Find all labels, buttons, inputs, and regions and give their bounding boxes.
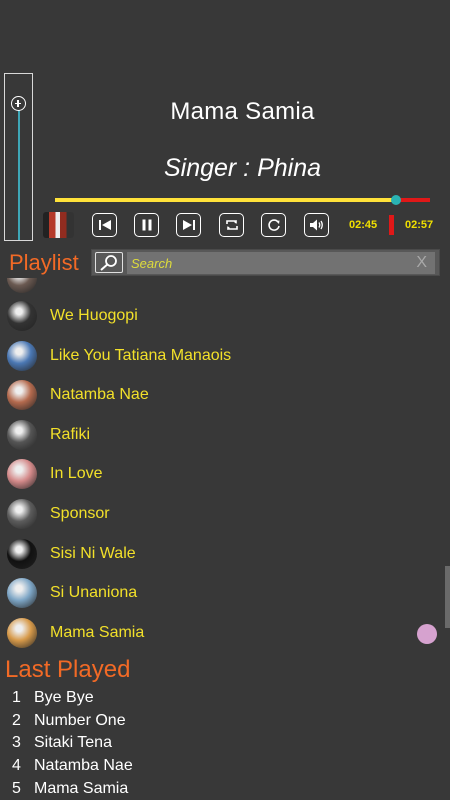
volume-icon — [309, 219, 323, 231]
repeat-button[interactable] — [219, 213, 244, 237]
playlist-item[interactable]: Si Unaniona — [0, 574, 450, 613]
last-played-item[interactable]: 2 Number One — [12, 712, 126, 730]
last-played-item[interactable]: 4 Natamba Nae — [12, 757, 133, 775]
item-number: 5 — [12, 779, 21, 797]
song-name: Like You Tatiana Manaois — [50, 346, 232, 364]
search-input[interactable] — [127, 252, 435, 274]
song-thumbnail — [7, 380, 37, 411]
last-played-item[interactable]: 5 Mama Samia — [12, 780, 128, 798]
playlist-item[interactable]: Rafiki — [0, 416, 450, 455]
playlist-scrollbar[interactable] — [445, 566, 450, 628]
item-number: 2 — [12, 711, 21, 729]
playlist-item[interactable]: Mama Samia — [0, 614, 450, 653]
singer-label: Singer : Phina — [163, 154, 322, 182]
seek-bar[interactable] — [55, 195, 430, 205]
song-thumbnail — [7, 538, 37, 569]
volume-button[interactable] — [304, 213, 329, 237]
clear-search-button[interactable]: X — [416, 254, 427, 272]
search-icon — [100, 255, 117, 271]
next-button[interactable] — [176, 213, 201, 237]
total-time: 02:57 — [405, 219, 434, 231]
volume-handle-plus-icon[interactable] — [11, 96, 26, 111]
playlist-item[interactable]: In Love — [0, 455, 450, 494]
playlist-heading: Playlist — [9, 250, 79, 275]
item-label: Bye Bye — [34, 689, 94, 706]
playlist-item[interactable]: Sio Kitoto — [0, 278, 450, 298]
song-thumbnail — [7, 301, 37, 331]
song-thumbnail — [7, 578, 37, 609]
repeat-one-icon — [267, 219, 280, 231]
search-bar: X — [91, 249, 440, 276]
seek-handle[interactable] — [391, 195, 402, 205]
song-name: Natamba Nae — [50, 386, 149, 404]
item-number: 3 — [12, 734, 21, 752]
previous-icon — [98, 220, 111, 230]
volume-track — [18, 104, 20, 240]
repeat-one-button[interactable] — [261, 213, 286, 237]
song-thumbnail — [7, 617, 37, 648]
item-label: Sitaki Tena — [34, 734, 112, 752]
song-name: We Huogopi — [50, 307, 138, 324]
search-button[interactable] — [95, 252, 123, 273]
last-played-heading: Last Played — [5, 656, 131, 683]
volume-slider[interactable] — [4, 73, 33, 241]
next-icon — [182, 220, 195, 230]
repeat-icon — [225, 220, 238, 230]
seek-bar-fill — [55, 198, 397, 202]
song-name: Sponsor — [50, 505, 110, 522]
last-played-item[interactable]: 3 Sitaki Tena — [12, 734, 112, 752]
last-played-item[interactable]: 1 Bye Bye — [12, 689, 94, 707]
playlist-item[interactable]: Natamba Nae — [0, 376, 450, 415]
song-thumbnail — [7, 459, 37, 490]
item-number: 4 — [12, 757, 21, 775]
song-name: Mama Samia — [50, 623, 145, 641]
item-label: Number One — [34, 711, 126, 729]
song-thumbnail — [7, 499, 37, 529]
playlist-item[interactable]: Sponsor — [0, 495, 450, 534]
song-thumbnail — [7, 278, 37, 293]
playlist-item[interactable]: Sisi Ni Wale — [0, 535, 450, 574]
floating-action-dot[interactable] — [417, 624, 437, 644]
playlist-list[interactable]: Sio Kitoto We Huogopi Like You Tatiana Man… — [0, 278, 450, 654]
song-name: In Love — [50, 465, 103, 483]
song-thumbnail — [7, 419, 37, 450]
song-thumbnail — [7, 340, 37, 371]
time-separator — [389, 215, 394, 235]
playlist-item[interactable]: Like You Tatiana Manaois — [0, 337, 450, 376]
song-name: Si Unaniona — [50, 584, 138, 602]
song-name: Sisi Ni Wale — [50, 544, 136, 562]
song-name: Rafiki — [50, 425, 91, 443]
playlist-item[interactable]: We Huogopi — [0, 297, 450, 336]
song-title: Mama Samia — [170, 98, 315, 125]
previous-button[interactable] — [92, 213, 117, 237]
current-time: 02:45 — [349, 219, 378, 231]
pause-button[interactable] — [134, 213, 159, 237]
pause-icon — [142, 219, 151, 231]
item-number: 1 — [12, 689, 21, 706]
item-label: Natamba Nae — [34, 757, 133, 775]
album-art-thumbnail[interactable] — [43, 212, 74, 238]
item-label: Mama Samia — [34, 779, 129, 797]
